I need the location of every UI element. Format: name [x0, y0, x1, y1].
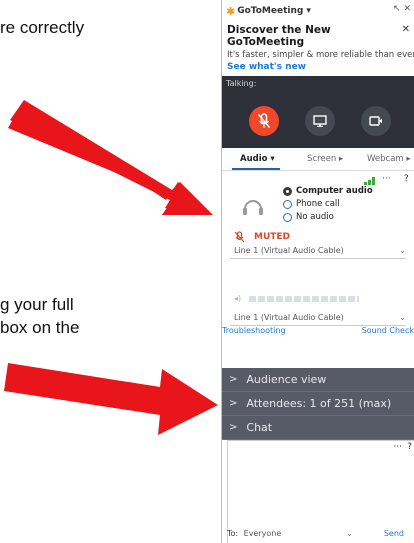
gotomeeting-panel: ✱ GoToMeeting ▾ ↖ ✕ Discover the New GoT…	[221, 0, 414, 543]
radio-dot	[283, 186, 292, 196]
to-label: To:	[227, 529, 239, 538]
troubleshooting-link[interactable]: Troubleshooting	[222, 326, 286, 335]
monitor-icon	[313, 115, 327, 127]
chat-help[interactable]: ?	[407, 442, 412, 452]
nav-attendees[interactable]: > Attendees: 1 of 251 (max)	[222, 392, 414, 416]
level-bars	[249, 295, 360, 302]
audio-help[interactable]: ?	[404, 174, 409, 184]
nav-label: Chat	[246, 421, 273, 434]
microphone-select[interactable]: Line 1 (Virtual Audio Cable) ⌄	[230, 246, 406, 259]
radio-no-audio[interactable]: No audio	[283, 212, 334, 222]
radio-dot	[283, 199, 292, 209]
window-controls[interactable]: ↖ ✕	[393, 4, 411, 14]
share-screen-button[interactable]	[305, 106, 335, 136]
audio-more-options[interactable]: ···	[382, 174, 391, 184]
speaker-device: Line 1 (Virtual Audio Cable)	[234, 313, 344, 322]
banner-title: Discover the New GoToMeeting	[227, 24, 331, 48]
nav-section: > Audience view > Attendees: 1 of 251 (m…	[222, 368, 414, 440]
banner-close-icon[interactable]: ✕	[402, 24, 410, 35]
talking-panel: Talking:	[222, 76, 414, 148]
promo-banner: Discover the New GoToMeeting It's faster…	[222, 22, 414, 76]
chat-panel: ··· ?	[227, 440, 414, 543]
slide-text-line-1: re correctly	[0, 18, 85, 37]
slide-text-line-2: g your full	[0, 295, 74, 314]
chevron-right-icon: >	[229, 398, 238, 409]
speaker-level-meter: ◂)	[234, 294, 360, 303]
radio-phone-call[interactable]: Phone call	[283, 199, 340, 209]
radio-computer-audio[interactable]: Computer audio	[283, 186, 373, 196]
muted-label: MUTED	[254, 232, 291, 242]
banner-text: It's faster, simpler & more reliable tha…	[227, 50, 414, 60]
nav-label: Audience view	[246, 373, 327, 386]
send-button[interactable]: Send	[384, 529, 404, 538]
chevron-down-icon: ⌄	[399, 313, 406, 322]
see-whats-new-link[interactable]: See what's new	[227, 62, 410, 72]
chevron-right-icon: >	[229, 374, 238, 385]
webcam-button[interactable]	[361, 106, 391, 136]
talking-label: Talking:	[226, 79, 257, 88]
tab-webcam[interactable]: Webcam ▸	[367, 154, 411, 164]
nav-audience-view[interactable]: > Audience view	[222, 368, 414, 392]
chat-message-area[interactable]	[228, 453, 414, 517]
slide-text-line-3: box on the	[0, 318, 80, 337]
radio-label: No audio	[296, 212, 334, 222]
tab-audio[interactable]: Audio ▾	[240, 154, 275, 164]
chevron-down-icon: ⌄	[399, 246, 406, 255]
app-menu-chevron-icon[interactable]: ▾	[306, 6, 311, 16]
title-bar: ✱ GoToMeeting ▾ ↖ ✕	[222, 0, 414, 22]
speaker-icon: ◂)	[234, 294, 242, 303]
radio-label: Phone call	[296, 199, 340, 209]
gotomeeting-logo-icon: ✱	[226, 4, 236, 18]
sound-check-link[interactable]: Sound Check	[362, 326, 414, 335]
control-tabs: Audio ▾ Screen ▸ Webcam ▸	[222, 148, 414, 171]
chat-more-options[interactable]: ···	[393, 442, 402, 452]
nav-label: Attendees: 1 of 251 (max)	[246, 397, 392, 410]
radio-label: Computer audio	[296, 186, 373, 196]
camera-icon	[369, 116, 382, 126]
chat-footer: To: Everyone ⌄ Send	[227, 529, 413, 538]
muted-status: MUTED	[234, 231, 290, 243]
speaker-select[interactable]: Line 1 (Virtual Audio Cable) ⌄	[230, 313, 406, 326]
red-arrow-bottom	[4, 363, 218, 435]
recipient-select[interactable]: Everyone	[244, 529, 282, 538]
microphone-device: Line 1 (Virtual Audio Cable)	[234, 246, 344, 255]
app-title[interactable]: GoToMeeting	[237, 6, 303, 16]
microphone-muted-icon	[257, 113, 271, 128]
radio-dot	[283, 212, 292, 222]
nav-chat[interactable]: > Chat	[222, 416, 414, 440]
signal-strength-icon	[364, 177, 375, 185]
audio-settings: ··· ? Computer audio Phone call No audio	[222, 171, 414, 371]
headset-icon	[243, 200, 263, 215]
mute-microphone-button[interactable]	[249, 106, 279, 136]
chevron-down-icon[interactable]: ⌄	[346, 529, 353, 538]
microphone-muted-icon	[234, 231, 245, 243]
red-arrow-top	[8, 100, 213, 215]
chevron-right-icon: >	[229, 422, 238, 433]
active-tab-indicator	[232, 168, 280, 170]
tab-screen[interactable]: Screen ▸	[307, 154, 343, 164]
